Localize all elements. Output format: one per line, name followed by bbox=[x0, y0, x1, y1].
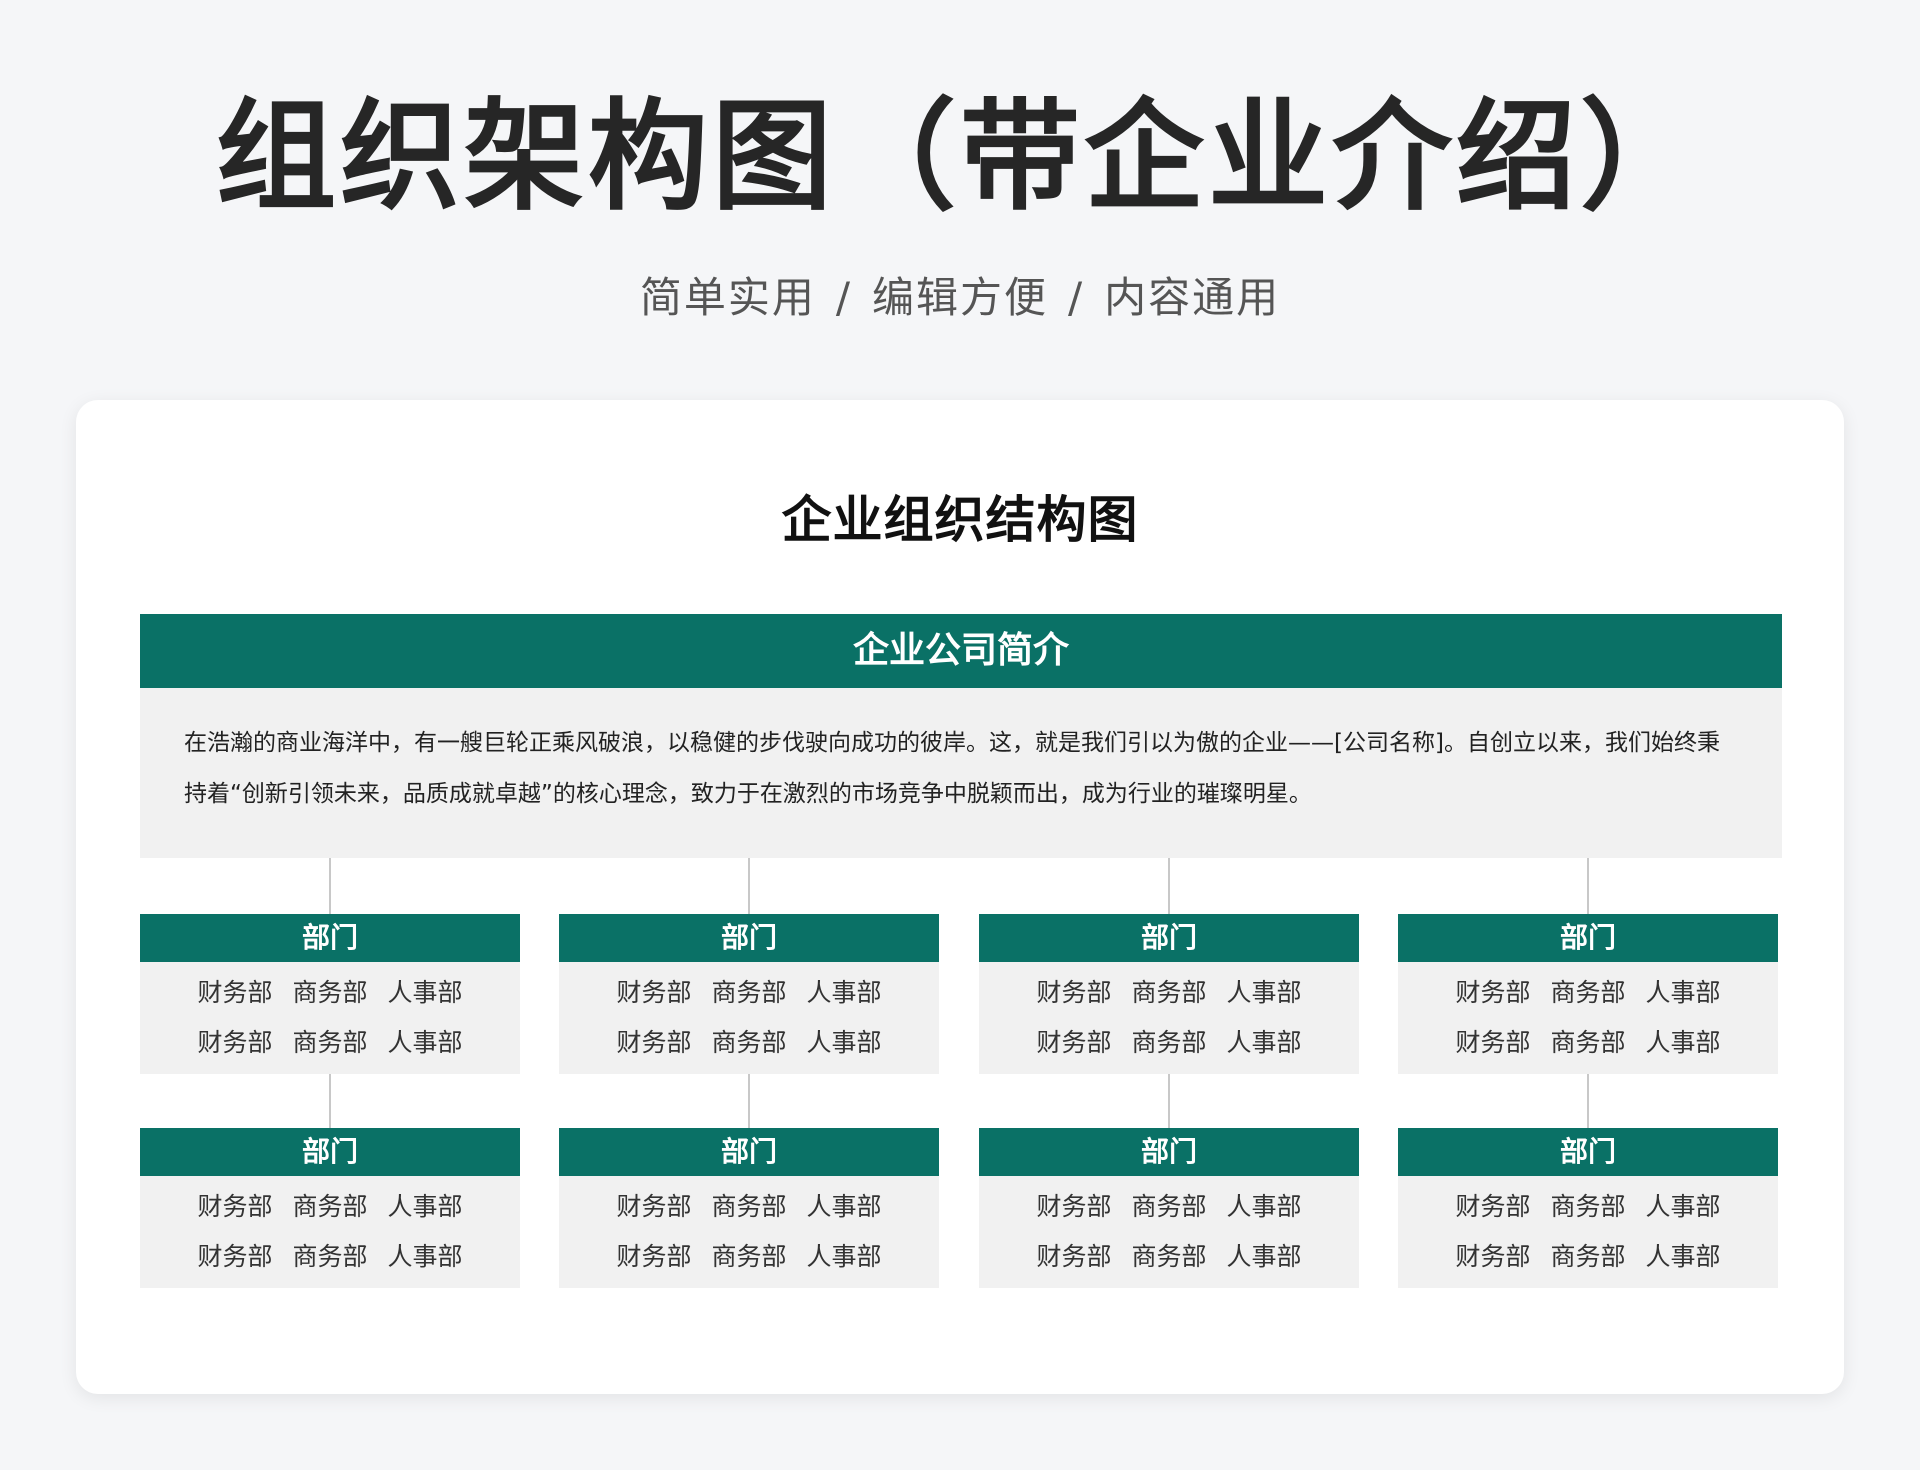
department-heading: 部门 bbox=[1398, 914, 1778, 962]
department-row: 财务部 商务部 人事部 bbox=[559, 1232, 939, 1282]
sub-department-label: 财务部 bbox=[1036, 1028, 1112, 1057]
sub-department-label: 财务部 bbox=[1036, 1242, 1112, 1271]
department-row: 财务部 商务部 人事部 bbox=[979, 968, 1359, 1018]
department-box: 部门 财务部 商务部 人事部 财务部 商务部 人事部 bbox=[979, 914, 1359, 1074]
sub-department-label: 商务部 bbox=[711, 1192, 787, 1221]
department-row: 财务部 商务部 人事部 bbox=[559, 1182, 939, 1232]
department-row: 财务部 商务部 人事部 bbox=[979, 1232, 1359, 1282]
sub-department-label: 商务部 bbox=[1131, 978, 1207, 1007]
connector-line bbox=[329, 858, 331, 914]
department-row: 财务部 商务部 人事部 bbox=[140, 1182, 520, 1232]
sub-department-label: 人事部 bbox=[806, 1192, 882, 1221]
department-heading: 部门 bbox=[979, 914, 1359, 962]
sub-department-label: 人事部 bbox=[387, 978, 463, 1007]
sub-department-label: 商务部 bbox=[292, 978, 368, 1007]
connector-line bbox=[748, 858, 750, 914]
sub-department-label: 商务部 bbox=[1550, 978, 1626, 1007]
sub-department-label: 人事部 bbox=[387, 1242, 463, 1271]
department-box: 部门 财务部 商务部 人事部 财务部 商务部 人事部 bbox=[1398, 1128, 1778, 1288]
sub-department-label: 财务部 bbox=[616, 1028, 692, 1057]
sub-department-label: 财务部 bbox=[1036, 1192, 1112, 1221]
department-row: 财务部 商务部 人事部 bbox=[559, 1018, 939, 1068]
connector-line bbox=[329, 1074, 331, 1128]
sub-department-label: 商务部 bbox=[292, 1028, 368, 1057]
subtitle-part: 编辑方便 bbox=[871, 273, 1048, 322]
sub-department-label: 人事部 bbox=[1645, 1242, 1721, 1271]
department-box: 部门 财务部 商务部 人事部 财务部 商务部 人事部 bbox=[1398, 914, 1778, 1074]
subtitle-separator: / bbox=[1068, 273, 1085, 322]
department-heading: 部门 bbox=[140, 914, 520, 962]
sub-department-label: 人事部 bbox=[1226, 978, 1302, 1007]
department-row: 财务部 商务部 人事部 bbox=[979, 1018, 1359, 1068]
sub-department-label: 商务部 bbox=[1131, 1242, 1207, 1271]
department-heading: 部门 bbox=[1398, 1128, 1778, 1176]
sub-department-label: 人事部 bbox=[387, 1028, 463, 1057]
department-box: 部门 财务部 商务部 人事部 财务部 商务部 人事部 bbox=[559, 1128, 939, 1288]
sub-department-label: 财务部 bbox=[197, 978, 273, 1007]
sub-department-label: 财务部 bbox=[197, 1028, 273, 1057]
org-chart-card: 企业组织结构图 企业公司简介 在浩瀚的商业海洋中，有一艘巨轮正乘风破浪，以稳健的… bbox=[76, 400, 1844, 1394]
department-box: 部门 财务部 商务部 人事部 财务部 商务部 人事部 bbox=[140, 1128, 520, 1288]
department-box: 部门 财务部 商务部 人事部 财务部 商务部 人事部 bbox=[140, 914, 520, 1074]
page-title: 组织架构图（带企业介绍） bbox=[216, 88, 1704, 227]
connector-line bbox=[748, 1074, 750, 1128]
sub-department-label: 商务部 bbox=[292, 1192, 368, 1221]
connector-line bbox=[1168, 1074, 1170, 1128]
department-row: 财务部 商务部 人事部 bbox=[140, 968, 520, 1018]
sub-department-label: 商务部 bbox=[1550, 1028, 1626, 1057]
subtitle-separator: / bbox=[835, 273, 852, 322]
department-row: 财务部 商务部 人事部 bbox=[1398, 968, 1778, 1018]
department-box: 部门 财务部 商务部 人事部 财务部 商务部 人事部 bbox=[979, 1128, 1359, 1288]
sub-department-label: 人事部 bbox=[1645, 1028, 1721, 1057]
connector-line bbox=[1587, 858, 1589, 914]
department-row: 财务部 商务部 人事部 bbox=[559, 968, 939, 1018]
department-heading: 部门 bbox=[140, 1128, 520, 1176]
sub-department-label: 财务部 bbox=[197, 1242, 273, 1271]
sub-department-label: 商务部 bbox=[711, 1028, 787, 1057]
intro-text: 在浩瀚的商业海洋中，有一艘巨轮正乘风破浪，以稳健的步伐驶向成功的彼岸。这，就是我… bbox=[140, 688, 1782, 858]
sub-department-label: 商务部 bbox=[711, 978, 787, 1007]
sub-department-label: 人事部 bbox=[1645, 1192, 1721, 1221]
sub-department-label: 财务部 bbox=[616, 1242, 692, 1271]
sub-department-label: 人事部 bbox=[806, 1028, 882, 1057]
sub-department-label: 商务部 bbox=[292, 1242, 368, 1271]
sub-department-label: 人事部 bbox=[1226, 1242, 1302, 1271]
sub-department-label: 人事部 bbox=[806, 1242, 882, 1271]
chart-title: 企业组织结构图 bbox=[781, 491, 1139, 549]
sub-department-label: 人事部 bbox=[1226, 1192, 1302, 1221]
sub-department-label: 财务部 bbox=[1455, 978, 1531, 1007]
department-row: 财务部 商务部 人事部 bbox=[140, 1232, 520, 1282]
sub-department-label: 财务部 bbox=[197, 1192, 273, 1221]
sub-department-label: 商务部 bbox=[1550, 1242, 1626, 1271]
sub-department-label: 人事部 bbox=[1226, 1028, 1302, 1057]
sub-department-label: 财务部 bbox=[1036, 978, 1112, 1007]
department-heading: 部门 bbox=[979, 1128, 1359, 1176]
subtitle-part: 内容通用 bbox=[1104, 273, 1281, 322]
sub-department-label: 人事部 bbox=[387, 1192, 463, 1221]
sub-department-label: 财务部 bbox=[1455, 1192, 1531, 1221]
sub-department-label: 商务部 bbox=[1550, 1192, 1626, 1221]
sub-department-label: 财务部 bbox=[1455, 1242, 1531, 1271]
department-heading: 部门 bbox=[559, 914, 939, 962]
connector-line bbox=[1587, 1074, 1589, 1128]
department-row: 财务部 商务部 人事部 bbox=[1398, 1182, 1778, 1232]
sub-department-label: 人事部 bbox=[806, 978, 882, 1007]
department-row: 财务部 商务部 人事部 bbox=[1398, 1018, 1778, 1068]
sub-department-label: 商务部 bbox=[1131, 1028, 1207, 1057]
subtitle: 简单实用 / 编辑方便 / 内容通用 bbox=[0, 268, 1920, 328]
department-row: 财务部 商务部 人事部 bbox=[140, 1018, 520, 1068]
sub-department-label: 财务部 bbox=[616, 1192, 692, 1221]
department-row: 财务部 商务部 人事部 bbox=[1398, 1232, 1778, 1282]
department-box: 部门 财务部 商务部 人事部 财务部 商务部 人事部 bbox=[559, 914, 939, 1074]
sub-department-label: 商务部 bbox=[711, 1242, 787, 1271]
sub-department-label: 商务部 bbox=[1131, 1192, 1207, 1221]
department-heading: 部门 bbox=[559, 1128, 939, 1176]
sub-department-label: 财务部 bbox=[1455, 1028, 1531, 1057]
sub-department-label: 人事部 bbox=[1645, 978, 1721, 1007]
intro-heading: 企业公司简介 bbox=[140, 614, 1782, 688]
subtitle-part: 简单实用 bbox=[639, 273, 816, 322]
department-row: 财务部 商务部 人事部 bbox=[979, 1182, 1359, 1232]
sub-department-label: 财务部 bbox=[616, 978, 692, 1007]
connector-line bbox=[1168, 858, 1170, 914]
